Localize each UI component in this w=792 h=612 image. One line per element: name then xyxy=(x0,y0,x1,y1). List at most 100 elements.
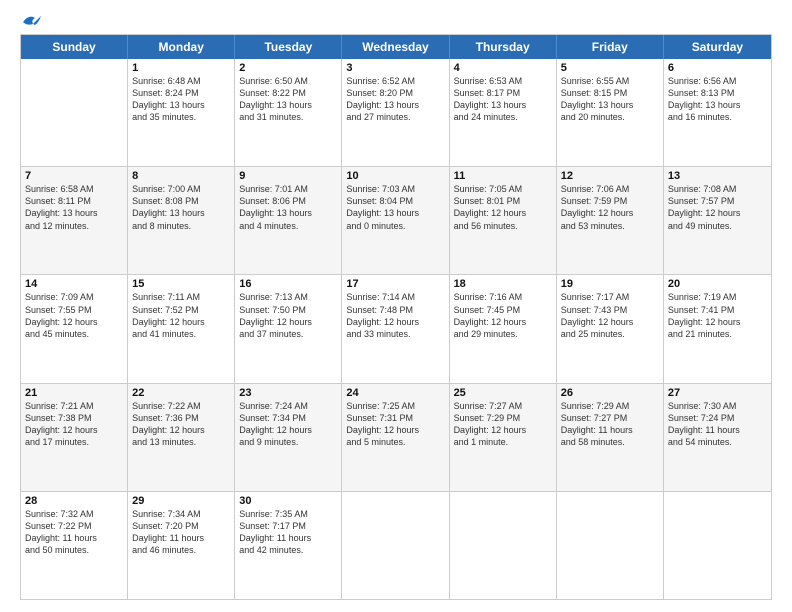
cell-day-number: 18 xyxy=(454,278,552,290)
cell-day-number: 2 xyxy=(239,62,337,74)
cell-day-number: 20 xyxy=(668,278,767,290)
cell-daylight-info: Sunrise: 7:30 AM Sunset: 7:24 PM Dayligh… xyxy=(668,400,767,449)
cell-day-number: 13 xyxy=(668,170,767,182)
calendar-cell: 22Sunrise: 7:22 AM Sunset: 7:36 PM Dayli… xyxy=(128,384,235,491)
calendar-cell: 9Sunrise: 7:01 AM Sunset: 8:06 PM Daylig… xyxy=(235,167,342,274)
cell-day-number: 22 xyxy=(132,387,230,399)
cell-daylight-info: Sunrise: 7:19 AM Sunset: 7:41 PM Dayligh… xyxy=(668,291,767,340)
cell-day-number: 30 xyxy=(239,495,337,507)
cell-daylight-info: Sunrise: 6:56 AM Sunset: 8:13 PM Dayligh… xyxy=(668,75,767,124)
cell-day-number: 16 xyxy=(239,278,337,290)
calendar-cell: 11Sunrise: 7:05 AM Sunset: 8:01 PM Dayli… xyxy=(450,167,557,274)
calendar-cell: 24Sunrise: 7:25 AM Sunset: 7:31 PM Dayli… xyxy=(342,384,449,491)
calendar-cell: 6Sunrise: 6:56 AM Sunset: 8:13 PM Daylig… xyxy=(664,59,771,166)
calendar-cell: 26Sunrise: 7:29 AM Sunset: 7:27 PM Dayli… xyxy=(557,384,664,491)
cell-day-number: 4 xyxy=(454,62,552,74)
cell-day-number: 25 xyxy=(454,387,552,399)
cell-daylight-info: Sunrise: 7:13 AM Sunset: 7:50 PM Dayligh… xyxy=(239,291,337,340)
cell-daylight-info: Sunrise: 7:29 AM Sunset: 7:27 PM Dayligh… xyxy=(561,400,659,449)
header-cell-monday: Monday xyxy=(128,35,235,59)
cell-day-number: 8 xyxy=(132,170,230,182)
calendar-cell xyxy=(557,492,664,599)
calendar-cell: 5Sunrise: 6:55 AM Sunset: 8:15 PM Daylig… xyxy=(557,59,664,166)
calendar-cell: 27Sunrise: 7:30 AM Sunset: 7:24 PM Dayli… xyxy=(664,384,771,491)
calendar-cell: 18Sunrise: 7:16 AM Sunset: 7:45 PM Dayli… xyxy=(450,275,557,382)
calendar-cell: 17Sunrise: 7:14 AM Sunset: 7:48 PM Dayli… xyxy=(342,275,449,382)
cell-day-number: 29 xyxy=(132,495,230,507)
cell-daylight-info: Sunrise: 7:25 AM Sunset: 7:31 PM Dayligh… xyxy=(346,400,444,449)
calendar-cell xyxy=(342,492,449,599)
cell-daylight-info: Sunrise: 7:24 AM Sunset: 7:34 PM Dayligh… xyxy=(239,400,337,449)
cell-daylight-info: Sunrise: 7:05 AM Sunset: 8:01 PM Dayligh… xyxy=(454,183,552,232)
calendar-header: SundayMondayTuesdayWednesdayThursdayFrid… xyxy=(21,35,771,59)
cell-daylight-info: Sunrise: 6:58 AM Sunset: 8:11 PM Dayligh… xyxy=(25,183,123,232)
cell-day-number: 27 xyxy=(668,387,767,399)
cell-daylight-info: Sunrise: 6:55 AM Sunset: 8:15 PM Dayligh… xyxy=(561,75,659,124)
header-cell-tuesday: Tuesday xyxy=(235,35,342,59)
cell-daylight-info: Sunrise: 7:21 AM Sunset: 7:38 PM Dayligh… xyxy=(25,400,123,449)
cell-daylight-info: Sunrise: 7:08 AM Sunset: 7:57 PM Dayligh… xyxy=(668,183,767,232)
calendar-row: 28Sunrise: 7:32 AM Sunset: 7:22 PM Dayli… xyxy=(21,492,771,599)
calendar-cell xyxy=(450,492,557,599)
cell-day-number: 11 xyxy=(454,170,552,182)
calendar-cell: 23Sunrise: 7:24 AM Sunset: 7:34 PM Dayli… xyxy=(235,384,342,491)
cell-daylight-info: Sunrise: 6:52 AM Sunset: 8:20 PM Dayligh… xyxy=(346,75,444,124)
calendar-cell: 25Sunrise: 7:27 AM Sunset: 7:29 PM Dayli… xyxy=(450,384,557,491)
calendar-cell: 12Sunrise: 7:06 AM Sunset: 7:59 PM Dayli… xyxy=(557,167,664,274)
calendar-cell xyxy=(664,492,771,599)
calendar-cell: 10Sunrise: 7:03 AM Sunset: 8:04 PM Dayli… xyxy=(342,167,449,274)
header-cell-friday: Friday xyxy=(557,35,664,59)
cell-day-number: 6 xyxy=(668,62,767,74)
calendar-page: SundayMondayTuesdayWednesdayThursdayFrid… xyxy=(0,0,792,612)
cell-daylight-info: Sunrise: 7:11 AM Sunset: 7:52 PM Dayligh… xyxy=(132,291,230,340)
calendar-cell: 15Sunrise: 7:11 AM Sunset: 7:52 PM Dayli… xyxy=(128,275,235,382)
calendar-row: 21Sunrise: 7:21 AM Sunset: 7:38 PM Dayli… xyxy=(21,384,771,492)
cell-day-number: 17 xyxy=(346,278,444,290)
calendar-cell: 4Sunrise: 6:53 AM Sunset: 8:17 PM Daylig… xyxy=(450,59,557,166)
cell-daylight-info: Sunrise: 7:14 AM Sunset: 7:48 PM Dayligh… xyxy=(346,291,444,340)
calendar-cell: 14Sunrise: 7:09 AM Sunset: 7:55 PM Dayli… xyxy=(21,275,128,382)
cell-daylight-info: Sunrise: 7:06 AM Sunset: 7:59 PM Dayligh… xyxy=(561,183,659,232)
cell-daylight-info: Sunrise: 7:34 AM Sunset: 7:20 PM Dayligh… xyxy=(132,508,230,557)
calendar-cell: 7Sunrise: 6:58 AM Sunset: 8:11 PM Daylig… xyxy=(21,167,128,274)
calendar-row: 1Sunrise: 6:48 AM Sunset: 8:24 PM Daylig… xyxy=(21,59,771,167)
cell-day-number: 5 xyxy=(561,62,659,74)
calendar-cell: 30Sunrise: 7:35 AM Sunset: 7:17 PM Dayli… xyxy=(235,492,342,599)
cell-daylight-info: Sunrise: 7:32 AM Sunset: 7:22 PM Dayligh… xyxy=(25,508,123,557)
cell-daylight-info: Sunrise: 7:27 AM Sunset: 7:29 PM Dayligh… xyxy=(454,400,552,449)
calendar-row: 14Sunrise: 7:09 AM Sunset: 7:55 PM Dayli… xyxy=(21,275,771,383)
cell-daylight-info: Sunrise: 7:01 AM Sunset: 8:06 PM Dayligh… xyxy=(239,183,337,232)
cell-day-number: 7 xyxy=(25,170,123,182)
calendar-body: 1Sunrise: 6:48 AM Sunset: 8:24 PM Daylig… xyxy=(21,59,771,599)
cell-daylight-info: Sunrise: 7:22 AM Sunset: 7:36 PM Dayligh… xyxy=(132,400,230,449)
cell-day-number: 23 xyxy=(239,387,337,399)
cell-daylight-info: Sunrise: 6:50 AM Sunset: 8:22 PM Dayligh… xyxy=(239,75,337,124)
cell-day-number: 9 xyxy=(239,170,337,182)
cell-day-number: 12 xyxy=(561,170,659,182)
logo xyxy=(20,16,43,26)
calendar-cell: 13Sunrise: 7:08 AM Sunset: 7:57 PM Dayli… xyxy=(664,167,771,274)
calendar-grid: SundayMondayTuesdayWednesdayThursdayFrid… xyxy=(20,34,772,600)
cell-day-number: 26 xyxy=(561,387,659,399)
cell-daylight-info: Sunrise: 7:35 AM Sunset: 7:17 PM Dayligh… xyxy=(239,508,337,557)
cell-day-number: 1 xyxy=(132,62,230,74)
cell-day-number: 24 xyxy=(346,387,444,399)
calendar-cell: 21Sunrise: 7:21 AM Sunset: 7:38 PM Dayli… xyxy=(21,384,128,491)
calendar-cell: 3Sunrise: 6:52 AM Sunset: 8:20 PM Daylig… xyxy=(342,59,449,166)
cell-daylight-info: Sunrise: 6:53 AM Sunset: 8:17 PM Dayligh… xyxy=(454,75,552,124)
calendar-cell: 28Sunrise: 7:32 AM Sunset: 7:22 PM Dayli… xyxy=(21,492,128,599)
cell-day-number: 28 xyxy=(25,495,123,507)
logo-bird-icon xyxy=(21,12,43,30)
cell-day-number: 3 xyxy=(346,62,444,74)
page-header xyxy=(20,16,772,26)
cell-day-number: 14 xyxy=(25,278,123,290)
cell-daylight-info: Sunrise: 7:03 AM Sunset: 8:04 PM Dayligh… xyxy=(346,183,444,232)
header-cell-saturday: Saturday xyxy=(664,35,771,59)
cell-day-number: 21 xyxy=(25,387,123,399)
calendar-cell: 20Sunrise: 7:19 AM Sunset: 7:41 PM Dayli… xyxy=(664,275,771,382)
cell-daylight-info: Sunrise: 6:48 AM Sunset: 8:24 PM Dayligh… xyxy=(132,75,230,124)
cell-daylight-info: Sunrise: 7:00 AM Sunset: 8:08 PM Dayligh… xyxy=(132,183,230,232)
cell-day-number: 15 xyxy=(132,278,230,290)
calendar-cell: 19Sunrise: 7:17 AM Sunset: 7:43 PM Dayli… xyxy=(557,275,664,382)
calendar-row: 7Sunrise: 6:58 AM Sunset: 8:11 PM Daylig… xyxy=(21,167,771,275)
